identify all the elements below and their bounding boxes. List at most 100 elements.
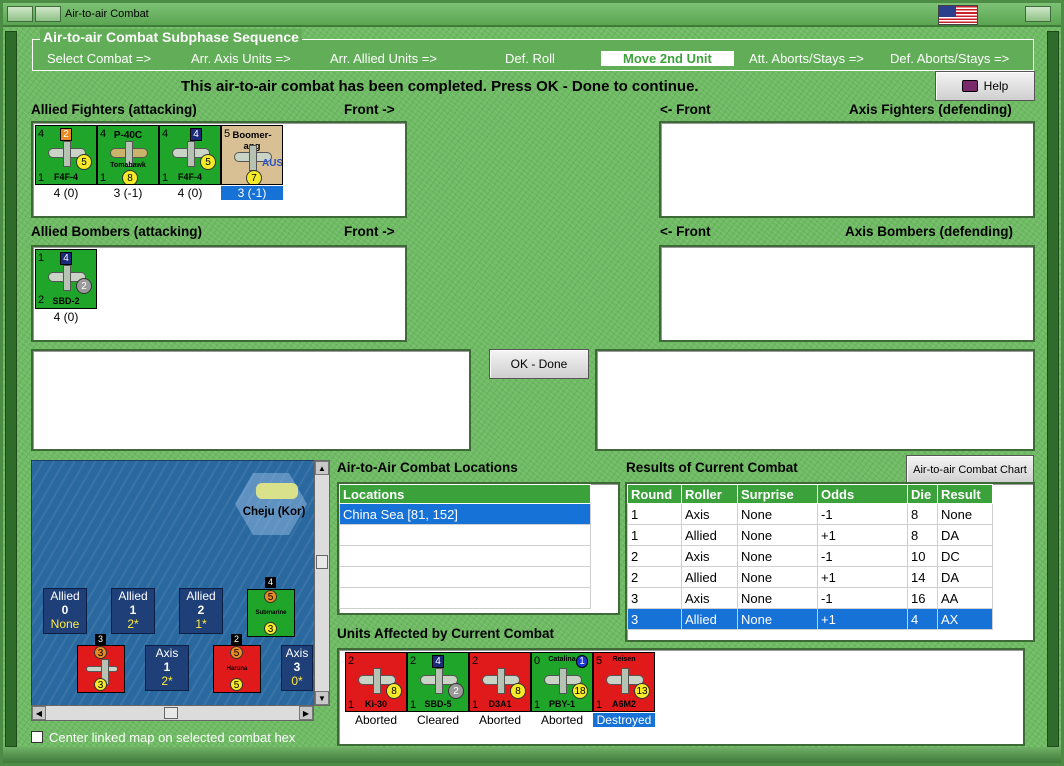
box-side: Allied [186,589,216,603]
box-value: 2* [161,674,173,688]
unit-name: Haruna [226,666,248,672]
result-cell: -1 [817,545,908,567]
die-value: 3 [264,622,277,635]
unit-status-caption: Aborted [354,713,398,727]
range-box: 4 [432,655,444,668]
battleship-counter[interactable]: 5 Haruna 5 [213,645,261,693]
result-cell: None [737,587,818,609]
unit-status-caption: Aborted [540,713,584,727]
front-label-allied-bombers: Front -> [344,224,395,239]
box-number: 2 [197,603,205,617]
ship-counter[interactable]: 3 3 [77,645,125,693]
affected-unit-counter[interactable]: 2 4 2 1 SBD-5 Cleared [407,652,469,730]
allied-box-1[interactable]: Allied 1 2* [111,588,155,634]
allied-message-panel [31,349,471,451]
die-value: 5 [230,678,243,691]
result-cell: 3 [627,608,682,630]
affected-unit-counter[interactable]: 5 Reisen 13 1 A6M2 Destroyed [593,652,655,730]
scroll-up-icon[interactable]: ▲ [315,461,329,475]
result-row[interactable]: 1 Axis None -1 8 None [627,503,993,525]
axis-box-1[interactable]: Axis 1 2* [145,645,189,691]
box-value: 0* [291,674,303,688]
result-row[interactable]: 3 Allied None +1 4 AX [627,608,993,630]
horizontal-scroll-thumb[interactable] [164,707,178,719]
axis-box-3[interactable]: Axis 3 0* [281,645,313,691]
allied-box-2[interactable]: Allied 2 1* [179,588,223,634]
bottom-frame [3,747,1061,763]
book-icon [961,80,978,92]
locations-list[interactable]: Locations China Sea [81, 152] [337,482,620,615]
minimize-button[interactable] [35,6,61,22]
axis-message-panel [595,349,1035,451]
affected-unit-counter[interactable]: 2 8 1 D3A1 Aborted [469,652,531,730]
affected-unit-counter[interactable]: 2 8 1 Ki-30 Aborted [345,652,407,730]
unit-subname: Catalina [548,656,576,663]
die-value: 8 [386,683,402,699]
window-title: Air-to-air Combat [65,8,149,20]
unit-counter[interactable]: 5 Boomer-ang AUS 7 3 (-1) [221,125,283,203]
result-cell: -1 [817,587,908,609]
vertical-scroll-thumb[interactable] [316,555,328,569]
map-horizontal-scrollbar[interactable]: ◀ ▶ [31,705,314,721]
box-side: Axis [155,646,179,660]
result-cell: Allied [681,524,738,546]
result-cell: 3 [627,587,682,609]
center-map-option[interactable]: Center linked map on selected combat hex [31,729,333,745]
allied-bombers-panel: 1 4 2 2 SBD-2 4 (0) [31,245,407,342]
unit-status-caption: Aborted [478,713,522,727]
right-frame [1047,31,1059,747]
result-row[interactable]: 2 Allied None +1 14 DA [627,566,993,588]
unit-counter[interactable]: 4 2 5 1 F4F-4 4 (0) [35,125,97,203]
result-cell: 10 [907,545,938,567]
scroll-right-icon[interactable]: ▶ [299,706,313,720]
location-row[interactable]: China Sea [81, 152] [339,503,591,525]
allied-box-0[interactable]: Allied 0 None [43,588,87,634]
unit-status-caption: Destroyed [593,713,655,727]
die-value: 7 [246,170,262,184]
combat-chart-button[interactable]: Air-to-air Combat Chart [906,455,1034,485]
result-row[interactable]: 1 Allied None +1 8 DA [627,524,993,546]
affected-unit-counter[interactable]: 0 1 Catalina 18 1 PBY-1 Aborted [531,652,593,730]
center-map-label: Center linked map on selected combat hex [49,729,296,745]
die-value: 18 [572,683,588,699]
allied-fighters-panel: 4 2 5 1 F4F-4 4 (0) 4 P-40C 8 1 Tomahawk… [31,121,407,218]
system-menu-button[interactable] [7,6,33,22]
unit-caption: 4 (0) [177,186,203,200]
unit-caption: 3 (-1) [221,186,283,200]
close-button[interactable] [1025,6,1051,22]
box-side: Allied [118,589,148,603]
map-vertical-scrollbar[interactable]: ▲ ▼ [314,460,330,706]
center-map-checkbox[interactable] [31,731,43,743]
box-number: 1 [129,603,137,617]
unit-name: Ki-30 [364,699,387,709]
result-cell: +1 [817,608,908,630]
unit-counter[interactable]: 4 P-40C 8 1 Tomahawk 3 (-1) [97,125,159,203]
left-frame [5,31,17,747]
unit-counter[interactable]: 4 4 5 1 F4F-4 4 (0) [159,125,221,203]
die-value: 3 [94,678,107,691]
stack-count: 2 [231,634,242,645]
front-label-allied-fighters: Front -> [344,102,395,117]
submarine-counter[interactable]: 5 Submarine 3 [247,589,295,637]
scroll-left-icon[interactable]: ◀ [32,706,46,720]
box-number: 1 [163,660,171,674]
result-row[interactable]: 2 Axis None -1 10 DC [627,545,993,567]
result-cell: None [937,503,993,525]
allied-fighters-label: Allied Fighters (attacking) [31,102,197,117]
result-row[interactable]: 3 Axis None -1 16 AA [627,587,993,609]
attack-value: 2 [410,655,417,667]
ok-done-button[interactable]: OK - Done [489,349,589,379]
col-odds: Odds [817,484,908,504]
box-number: 0 [61,603,69,617]
axis-bombers-label: Axis Bombers (defending) [845,224,1014,239]
die-value: 8 [122,170,138,184]
step-def-roll: Def. Roll [505,51,555,66]
unit-counter[interactable]: 1 4 2 2 SBD-2 4 (0) [35,249,97,327]
result-cell: 4 [907,608,938,630]
help-button[interactable]: Help [935,71,1035,101]
ship-icon [86,659,118,685]
result-cell: -1 [817,503,908,525]
scroll-down-icon[interactable]: ▼ [315,691,329,705]
affected-units-row: 2 8 1 Ki-30 Aborted 2 4 2 1 SBD-5 Cleared 2 8 1 D3A1 Ab… [345,652,675,732]
result-cell: Axis [681,503,738,525]
